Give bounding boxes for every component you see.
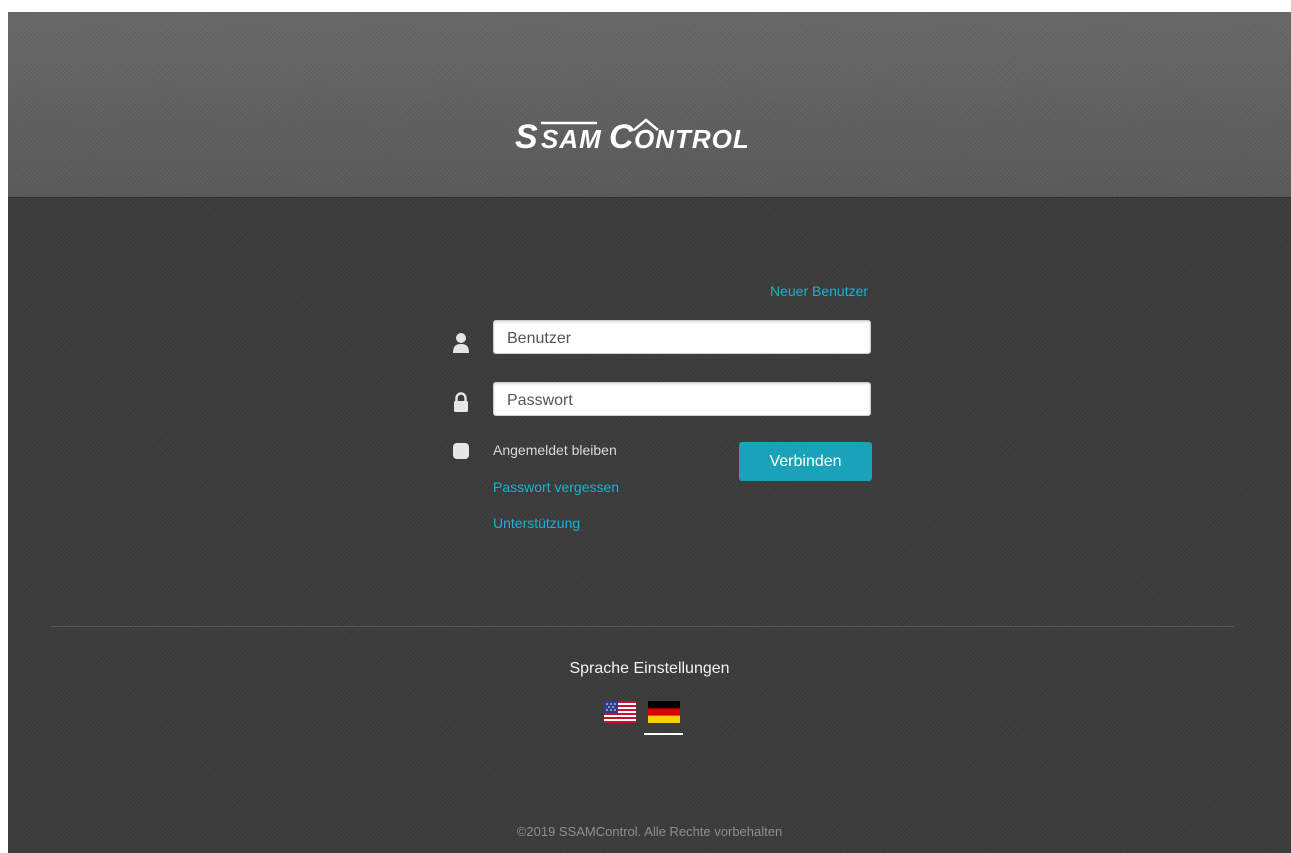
svg-text:ONTROL: ONTROL <box>634 124 750 154</box>
page-header: S SAM C ONTROL <box>8 12 1291 198</box>
copyright-text: ©2019 SSAMControl. Alle Rechte vorbehalt… <box>516 824 783 839</box>
forgot-password-link[interactable]: Passwort vergessen <box>493 479 619 495</box>
lock-icon <box>452 391 470 413</box>
selected-language-indicator <box>644 733 683 735</box>
user-icon <box>452 332 470 354</box>
svg-text:S: S <box>515 118 539 156</box>
connect-button[interactable]: Verbinden <box>739 442 872 481</box>
remember-me-label: Angemeldet bleiben <box>493 442 617 458</box>
new-user-link[interactable]: Neuer Benutzer <box>770 283 868 299</box>
login-page: S SAM C ONTROL Neuer Benutzer Angemeldet… <box>8 12 1291 853</box>
username-input[interactable] <box>493 320 871 354</box>
german-flag-icon[interactable] <box>648 701 680 723</box>
support-link[interactable]: Unterstützung <box>493 515 580 531</box>
password-input[interactable] <box>493 382 871 416</box>
remember-me-checkbox[interactable] <box>453 443 469 459</box>
us-flag-icon[interactable] <box>604 701 636 723</box>
svg-text:SAM: SAM <box>541 124 602 154</box>
svg-text:C: C <box>609 118 634 156</box>
ssam-control-logo: S SAM C ONTROL <box>513 112 773 160</box>
language-settings-title: Sprache Einstellungen <box>569 660 730 677</box>
divider <box>51 626 1234 627</box>
